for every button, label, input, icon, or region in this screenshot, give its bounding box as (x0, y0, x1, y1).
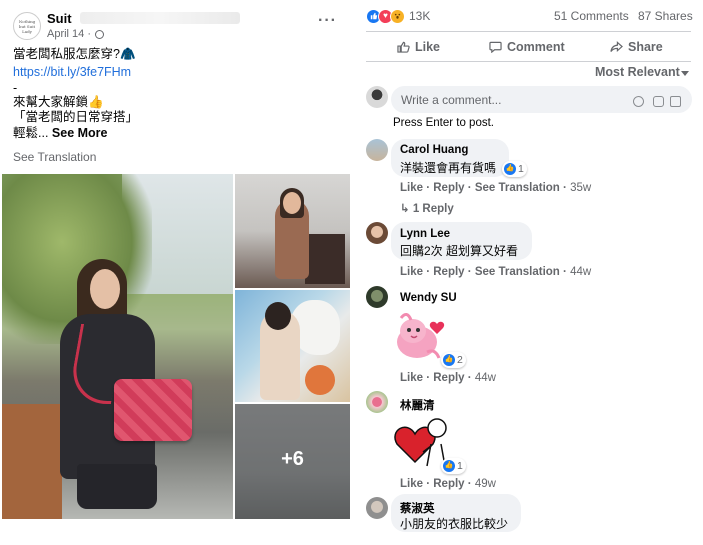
photo-chair (305, 234, 345, 284)
caret-down-icon[interactable] (681, 71, 689, 76)
comment-button[interactable]: Comment (489, 37, 565, 57)
share-button[interactable]: Share (610, 37, 663, 57)
comment-reply-link[interactable]: Reply (433, 478, 464, 490)
comment-reply-link[interactable]: Reply (433, 182, 464, 194)
shares-count[interactable]: 87 Shares (638, 9, 693, 23)
share-icon (610, 41, 623, 53)
comment-like-link[interactable]: Like (400, 372, 423, 384)
current-user-avatar[interactable] (366, 86, 388, 108)
commenter-avatar[interactable] (366, 286, 388, 308)
comment-time[interactable]: 35w (570, 182, 591, 194)
comment-translate-link[interactable]: See Translation (475, 266, 560, 278)
commenter-name[interactable]: 蔡淑英 (400, 500, 435, 516)
page-avatar[interactable]: Nothing but Suit Lady (13, 12, 41, 40)
post-link[interactable]: https://bit.ly/3fe7FHm (13, 65, 343, 80)
commenter-avatar[interactable] (366, 391, 388, 413)
commenter-avatar[interactable] (366, 497, 388, 519)
commenter-avatar[interactable] (366, 139, 388, 161)
comment-input-placeholder: Write a comment... (401, 93, 502, 107)
post-text-line: 來幫大家解鎖👍 (13, 95, 104, 109)
like-icon: 👍 (504, 163, 516, 175)
thumbnail-photo[interactable] (235, 290, 350, 402)
photo-wall (2, 404, 62, 519)
redacted-name (80, 12, 240, 24)
view-replies-label: 1 Reply (412, 203, 454, 215)
comments-panel: ♥ 13K 51 Comments 87 Shares Like Comment… (353, 0, 703, 545)
wow-reaction-icon[interactable] (390, 9, 405, 24)
comment-time[interactable]: 44w (475, 372, 496, 384)
more-options-icon[interactable]: ··· (318, 12, 337, 30)
press-enter-hint: Press Enter to post. (393, 117, 494, 129)
photo-face (283, 192, 301, 214)
comment-reaction-count: 1 (518, 163, 524, 175)
photo-flower (305, 365, 335, 395)
view-replies-link[interactable]: ↳ 1 Reply (400, 201, 454, 215)
thumbnail-photo[interactable] (235, 174, 350, 288)
post-text-last-line: 輕鬆... See More (13, 126, 343, 141)
photo-skirt (77, 464, 157, 509)
divider (366, 31, 691, 32)
reaction-count[interactable]: 13K (409, 9, 430, 23)
comment-actions: Like · Reply · See Translation · 44w (400, 266, 592, 278)
commenter-name[interactable]: 林麗清 (400, 397, 435, 413)
comment-actions: Like · Reply · 49w (400, 478, 496, 490)
like-button-label: Like (415, 40, 441, 54)
comment-like-link[interactable]: Like (400, 266, 423, 278)
comment-sort-dropdown[interactable]: Most Relevant (595, 65, 680, 79)
photo-hair (265, 302, 291, 330)
comment-button-label: Comment (507, 40, 565, 54)
commenter-avatar[interactable] (366, 222, 388, 244)
comment-reaction-badge[interactable]: 👍 2 (441, 352, 466, 368)
comment-reaction-count: 2 (457, 354, 463, 366)
page-name[interactable]: Suit (47, 11, 72, 26)
more-photos-thumbnail[interactable]: +6 (235, 404, 350, 519)
comment-translate-link[interactable]: See Translation (475, 182, 560, 194)
comment-actions: Like · Reply · See Translation · 35w (400, 182, 592, 194)
comment-time[interactable]: 44w (570, 266, 591, 278)
comment-icon (489, 41, 502, 53)
post-text-line: 「當老闆的日常穿搭」 (13, 110, 139, 124)
post-date[interactable]: April 14 · (47, 28, 91, 40)
comments-count[interactable]: 51 Comments (554, 9, 629, 23)
page-logo: Nothing but Suit Lady (18, 19, 36, 34)
see-more-link[interactable]: See More (52, 126, 108, 140)
comment-reaction-count: 1 (457, 460, 463, 472)
photo-face (90, 269, 120, 309)
commenter-name[interactable]: Carol Huang (400, 144, 468, 156)
comment-reply-link[interactable]: Reply (433, 372, 464, 384)
comment-time[interactable]: 49w (475, 478, 496, 490)
post-text-line: - (13, 81, 18, 95)
like-icon: 👍 (443, 354, 455, 366)
comment-like-link[interactable]: Like (400, 478, 423, 490)
commenter-name[interactable]: Wendy SU (400, 292, 457, 304)
comment-reaction-badge[interactable]: 👍 1 (502, 161, 527, 177)
gif-icon[interactable] (670, 96, 681, 107)
like-icon: 👍 (443, 460, 455, 472)
thumbs-up-icon (397, 41, 410, 53)
like-button[interactable]: Like (397, 37, 440, 57)
divider (366, 61, 691, 62)
comment-text: 回購2次 超划算又好看 (400, 244, 519, 258)
main-photo[interactable] (2, 174, 233, 519)
camera-icon[interactable] (653, 96, 664, 107)
post-text-line: 輕鬆... (13, 126, 49, 140)
more-photos-count: +6 (281, 448, 304, 470)
comment-text: 洋裝還會再有貨嗎 (400, 161, 497, 175)
emoji-icon[interactable] (633, 96, 644, 107)
share-button-label: Share (628, 40, 663, 54)
post-text-line: 當老闆私服怎麼穿?🧥 (13, 47, 136, 61)
post-card: Nothing but Suit Lady Suit April 14 · ··… (0, 0, 353, 545)
commenter-name[interactable]: Lynn Lee (400, 228, 450, 240)
globe-icon (95, 30, 104, 39)
comment-reaction-badge[interactable]: 👍 1 (441, 458, 466, 474)
comment-like-link[interactable]: Like (400, 182, 423, 194)
comment-actions: Like · Reply · 44w (400, 372, 496, 384)
photo-bag (114, 379, 192, 441)
reply-arrow-icon: ↳ (400, 203, 410, 215)
comment-text: 小朋友的衣服比較少 (400, 517, 509, 531)
comment-reply-link[interactable]: Reply (433, 266, 464, 278)
see-translation-link[interactable]: See Translation (13, 150, 96, 164)
